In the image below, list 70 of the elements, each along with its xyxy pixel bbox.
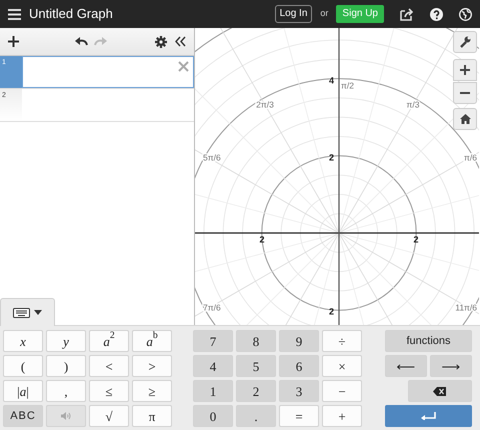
keypad-key[interactable]: 3 [279, 380, 319, 402]
keypad-key[interactable]: ≥ [132, 380, 172, 402]
keypad-key[interactable]: a$^{b}$ [132, 330, 172, 352]
keypad-key[interactable]: √ [89, 405, 129, 427]
keypad-key[interactable]: 0 [193, 405, 233, 427]
keypad-key[interactable]: > [132, 355, 172, 377]
keypad-key[interactable]: ( [3, 355, 43, 377]
backspace-icon [433, 386, 446, 396]
keypad-key[interactable]: ⟶ [430, 355, 472, 377]
axis-tick-label: 2 [328, 306, 334, 316]
speaker-icon [61, 412, 71, 420]
settings-wrench-icon[interactable] [453, 31, 477, 53]
menu-icon[interactable] [8, 8, 21, 20]
keypad-key[interactable]: ÷ [322, 330, 362, 352]
keypad-key[interactable]: 7 [193, 330, 233, 352]
angle-label: 2π/3 [256, 99, 274, 110]
axis-tick-label: 2 [328, 152, 334, 162]
keyboard-toggle-button[interactable] [0, 298, 55, 326]
add-icon[interactable] [8, 36, 19, 47]
keypad-key[interactable]: . [236, 405, 276, 427]
keypad-key[interactable]: 2 [236, 380, 276, 402]
settings-icon[interactable] [155, 36, 167, 48]
login-button[interactable]: Log In [274, 5, 312, 23]
keypad-key[interactable]: ⟵ [385, 355, 427, 377]
keypad-key[interactable]: x [3, 330, 43, 352]
zoom-in-button[interactable] [453, 59, 477, 81]
caret-icon [34, 310, 42, 315]
keypad-key[interactable]: 6 [279, 355, 319, 377]
keypad-key[interactable]: ABC [3, 405, 43, 427]
angle-label: π/3 [406, 99, 420, 110]
keypad-key[interactable]: 9 [279, 330, 319, 352]
keypad-key[interactable]: y [46, 330, 86, 352]
keypad-key[interactable]: ) [46, 355, 86, 377]
angle-label: 7π/6 [203, 302, 221, 312]
home-button[interactable] [453, 108, 477, 130]
angle-label: π/6 [464, 152, 477, 162]
keypad-key[interactable]: < [89, 355, 129, 377]
keypad-key[interactable]: |a| [3, 380, 43, 402]
axis-tick-label: 4 [328, 75, 334, 86]
or-text: or [320, 7, 328, 20]
home-icon [460, 114, 470, 124]
axis-tick-label: 2 [414, 234, 418, 244]
keypad-key[interactable]: × [322, 355, 362, 377]
keypad-key[interactable]: + [322, 405, 362, 427]
keypad-key[interactable]: a$^{2}$ [89, 330, 129, 352]
collapse-icon[interactable] [175, 36, 186, 47]
plus-icon [460, 65, 470, 75]
angle-label: π/2 [341, 80, 354, 90]
keypad-key[interactable]: 8 [236, 330, 276, 352]
keypad-key[interactable]: , [46, 380, 86, 402]
keypad-key[interactable]: = [279, 405, 319, 427]
enter-icon [421, 412, 436, 420]
keypad-key[interactable]: 5 [236, 355, 276, 377]
help-icon[interactable] [430, 8, 443, 20]
keypad-key[interactable]: 1 [193, 380, 233, 402]
axis-tick-label: 2 [260, 234, 264, 244]
undo-icon[interactable] [75, 37, 88, 46]
keypad-key[interactable]: functions [385, 330, 472, 352]
keypad-key[interactable]: 4 [193, 355, 233, 377]
keyboard-icon [13, 308, 30, 318]
expression-input[interactable] [22, 56, 194, 88]
zoom-out-button[interactable] [453, 82, 477, 104]
share-icon[interactable] [400, 8, 414, 20]
backspace-key[interactable] [408, 380, 472, 402]
graph-title[interactable]: Untitled Graph [29, 4, 113, 24]
keypad-key[interactable]: − [322, 380, 362, 402]
keypad-key[interactable]: ≤ [89, 380, 129, 402]
keypad-key[interactable]: π [132, 405, 172, 427]
globe-icon[interactable] [459, 8, 472, 20]
angle-label: 5π/6 [203, 152, 221, 162]
